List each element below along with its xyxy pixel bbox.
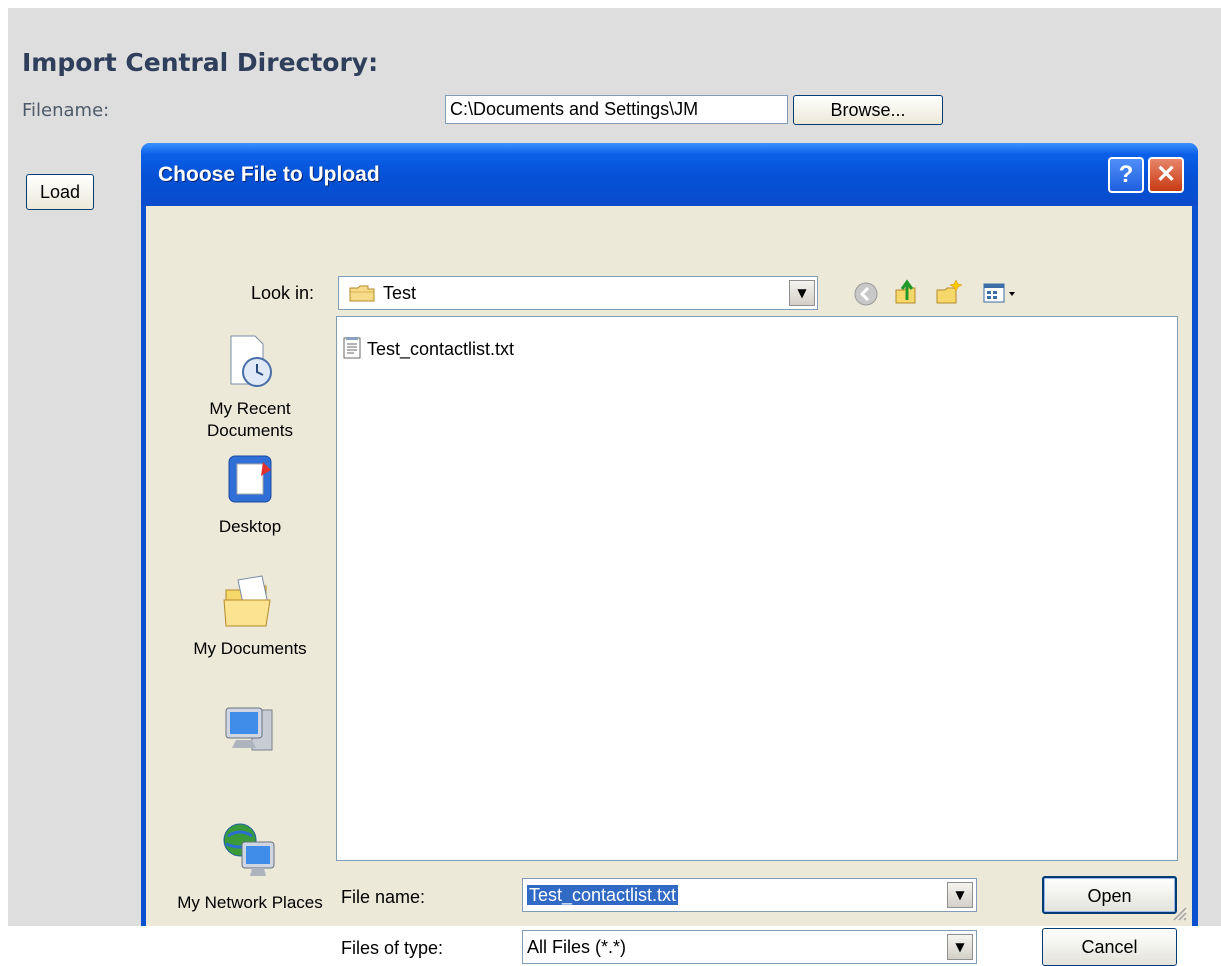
look-in-dropdown-arrow[interactable]: ▼ xyxy=(789,280,815,306)
my-computer-icon xyxy=(225,707,273,751)
choose-file-dialog: Choose File to Upload ? ✕ Look in: Test … xyxy=(141,143,1198,966)
cancel-button[interactable]: Cancel xyxy=(1042,928,1177,966)
place-desktop[interactable]: Desktop xyxy=(166,452,334,538)
look-in-dropdown[interactable]: Test ▼ xyxy=(338,276,818,310)
places-bar: My Recent Documents Desktop My Documents… xyxy=(166,314,334,934)
network-places-icon xyxy=(223,823,275,876)
dialog-title-bar[interactable]: Choose File to Upload ? ✕ xyxy=(141,143,1198,206)
desktop-icon xyxy=(228,455,272,503)
help-button[interactable]: ? xyxy=(1108,157,1144,193)
file-name-input[interactable]: Test_contactlist.txt ▼ xyxy=(522,878,977,912)
folder-icon xyxy=(349,285,375,302)
text-file-icon xyxy=(343,337,361,359)
file-item[interactable]: Test_contactlist.txt xyxy=(343,337,514,360)
place-my-network-places[interactable]: My Network Places xyxy=(166,820,334,914)
place-my-computer[interactable] xyxy=(166,702,334,770)
new-folder-icon[interactable] xyxy=(934,278,962,306)
resize-grip-icon[interactable] xyxy=(1170,904,1188,922)
file-list[interactable]: Test_contactlist.txt xyxy=(336,316,1178,861)
page-heading: Import Central Directory: xyxy=(22,48,379,77)
file-name-value: Test_contactlist.txt xyxy=(527,885,679,905)
place-label: My Network Places xyxy=(177,893,323,912)
place-label: My Recent Documents xyxy=(207,399,293,440)
open-button[interactable]: Open xyxy=(1042,876,1177,914)
my-documents-icon xyxy=(223,575,271,627)
look-in-label: Look in: xyxy=(251,283,315,303)
place-my-recent-documents[interactable]: My Recent Documents xyxy=(166,332,334,442)
back-icon[interactable] xyxy=(852,280,880,308)
recent-documents-icon xyxy=(230,335,272,387)
page: Import Central Directory: Filename: C:\D… xyxy=(0,0,1221,966)
files-of-type-dropdown-arrow[interactable]: ▼ xyxy=(947,934,973,960)
files-of-type-value: All Files (*.*) xyxy=(527,937,627,957)
load-button[interactable]: Load xyxy=(26,174,94,210)
place-label: Desktop xyxy=(218,517,282,536)
file-name-label: File name: xyxy=(341,887,426,907)
look-in-value: Test xyxy=(383,283,417,303)
views-menu-icon[interactable] xyxy=(982,280,1026,308)
dialog-title: Choose File to Upload xyxy=(158,163,380,186)
filename-label: Filename: xyxy=(22,100,110,121)
files-of-type-dropdown[interactable]: All Files (*.*) ▼ xyxy=(522,930,977,964)
place-my-documents[interactable]: My Documents xyxy=(166,574,334,660)
close-button[interactable]: ✕ xyxy=(1148,157,1184,193)
up-folder-icon[interactable] xyxy=(893,278,921,306)
filename-path-input[interactable]: C:\Documents and Settings\JM xyxy=(445,95,788,124)
file-name-dropdown-arrow[interactable]: ▼ xyxy=(947,882,973,908)
place-label: My Documents xyxy=(193,639,307,658)
file-name: Test_contactlist.txt xyxy=(367,339,515,359)
browse-button[interactable]: Browse... xyxy=(793,95,943,125)
dialog-body: Look in: Test ▼ My Recent Documents Desk… xyxy=(146,206,1192,966)
files-of-type-label: Files of type: xyxy=(341,938,444,958)
